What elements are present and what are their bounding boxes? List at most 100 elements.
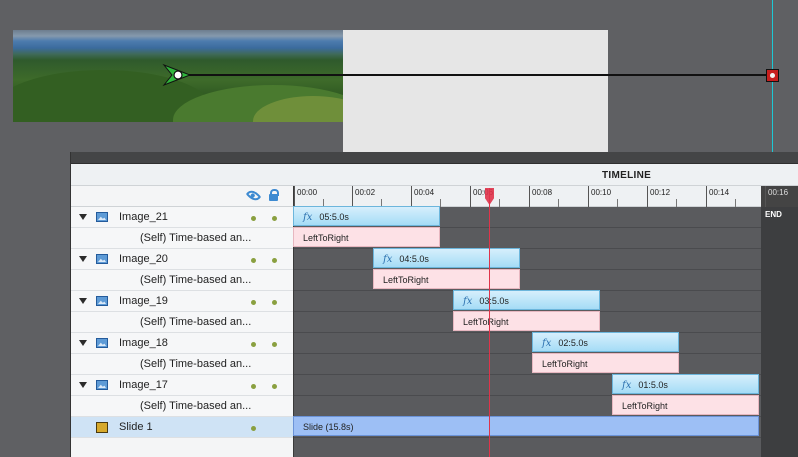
- fx-icon: fx: [542, 338, 552, 349]
- effect-row[interactable]: (Self) Time-based an...: [71, 396, 293, 417]
- motion-end-handle[interactable]: [766, 69, 779, 82]
- ruler-minor-tick: [499, 199, 500, 207]
- panel-drag-bar[interactable]: [71, 152, 798, 164]
- ruler-tick: [411, 186, 412, 207]
- ruler-minor-tick: [735, 199, 736, 207]
- image-icon: [96, 380, 108, 390]
- effect-bar-label: LeftToRight: [303, 233, 349, 243]
- element-name: Image_21: [119, 211, 168, 223]
- effect-bar-image-18[interactable]: LeftToRight: [532, 353, 679, 373]
- timeline-title: TIMELINE: [602, 170, 652, 181]
- ruler-label: 00:10: [591, 188, 612, 197]
- animation-duration-label: 05:5.0s: [319, 212, 349, 222]
- ruler-label: 00:00: [297, 188, 318, 197]
- effect-bar-image-21[interactable]: LeftToRight: [293, 227, 440, 247]
- timeline-header: TIMELINE: [71, 164, 798, 186]
- slide-name: Slide 1: [119, 421, 153, 433]
- element-name: Image_18: [119, 337, 168, 349]
- ruler-minor-tick: [676, 199, 677, 207]
- visibility-toggle[interactable]: [251, 216, 256, 221]
- animation-duration-label: 02:5.0s: [558, 338, 588, 348]
- visibility-toggle[interactable]: [251, 300, 256, 305]
- animation-bar-image-20[interactable]: fx 04:5.0s: [373, 248, 520, 268]
- lock-toggle[interactable]: [272, 342, 277, 347]
- expand-triangle-icon[interactable]: [79, 382, 87, 388]
- end-ruler: 00:16: [761, 186, 798, 207]
- effect-bar-label: LeftToRight: [383, 275, 429, 285]
- element-row-image-20[interactable]: Image_20: [71, 249, 293, 270]
- fx-icon: fx: [383, 254, 393, 265]
- ruler-tick: [647, 186, 648, 207]
- slide-row[interactable]: Slide 1: [71, 417, 293, 438]
- visibility-toggle[interactable]: [251, 342, 256, 347]
- effect-row[interactable]: (Self) Time-based an...: [71, 312, 293, 333]
- lock-toggle[interactable]: [272, 384, 277, 389]
- lock-icon[interactable]: [269, 189, 279, 201]
- ruler-tick: [588, 186, 589, 207]
- ruler-label: 00:02: [355, 188, 376, 197]
- element-row-image-19[interactable]: Image_19: [71, 291, 293, 312]
- ruler-label: 00:16: [768, 188, 789, 197]
- time-ruler[interactable]: 00:00 00:02 00:04 00:06 00:08 00:10 00:1…: [294, 186, 798, 207]
- motion-path: [162, 63, 766, 87]
- ruler-tick: [529, 186, 530, 207]
- animation-bar-image-17[interactable]: fx 01:5.0s: [612, 374, 759, 394]
- ruler-tick: [294, 186, 295, 207]
- effect-bar-image-20[interactable]: LeftToRight: [373, 269, 520, 289]
- element-list-header: [71, 186, 293, 207]
- ruler-minor-tick: [440, 199, 441, 207]
- expand-triangle-icon[interactable]: [79, 256, 87, 262]
- ruler-minor-tick: [558, 199, 559, 207]
- effect-bar-image-19[interactable]: LeftToRight: [453, 311, 600, 331]
- effect-name: (Self) Time-based an...: [140, 232, 252, 244]
- track-row[interactable]: [294, 270, 761, 291]
- visibility-eye-icon[interactable]: [245, 187, 262, 204]
- slide-duration-bar[interactable]: Slide (15.8s): [293, 416, 759, 436]
- ruler-label: 00:04: [414, 188, 435, 197]
- lock-toggle[interactable]: [272, 300, 277, 305]
- playhead-line[interactable]: [489, 188, 490, 457]
- track-row[interactable]: [294, 333, 761, 354]
- end-label: END: [765, 210, 782, 219]
- animation-duration-label: 04:5.0s: [399, 254, 429, 264]
- fx-icon: fx: [622, 380, 632, 391]
- image-icon: [96, 296, 108, 306]
- expand-triangle-icon[interactable]: [79, 298, 87, 304]
- animation-bar-image-18[interactable]: fx 02:5.0s: [532, 332, 679, 352]
- image-icon: [96, 254, 108, 264]
- element-row-image-21[interactable]: Image_21: [71, 207, 293, 228]
- visibility-toggle[interactable]: [251, 384, 256, 389]
- element-row-image-17[interactable]: Image_17: [71, 375, 293, 396]
- element-name: Image_17: [119, 379, 168, 391]
- animation-bar-image-19[interactable]: fx 03:5.0s: [453, 290, 600, 310]
- effect-bar-image-17[interactable]: LeftToRight: [612, 395, 759, 415]
- image-icon: [96, 212, 108, 222]
- fx-icon: fx: [303, 212, 313, 223]
- effect-row[interactable]: (Self) Time-based an...: [71, 228, 293, 249]
- fx-icon: fx: [463, 296, 473, 307]
- visibility-toggle[interactable]: [251, 426, 256, 431]
- animation-bar-image-21[interactable]: fx 05:5.0s: [293, 206, 440, 226]
- ruler-label: 00:08: [532, 188, 553, 197]
- ruler-tick: [765, 186, 766, 207]
- visibility-toggle[interactable]: [251, 258, 256, 263]
- ruler-tick: [706, 186, 707, 207]
- ruler-label: 00:14: [709, 188, 730, 197]
- effect-row[interactable]: (Self) Time-based an...: [71, 270, 293, 291]
- effect-row[interactable]: (Self) Time-based an...: [71, 354, 293, 375]
- lock-toggle[interactable]: [272, 216, 277, 221]
- track-row[interactable]: [294, 249, 761, 270]
- slide-bar-label: Slide (15.8s): [303, 422, 354, 432]
- ruler-minor-tick: [617, 199, 618, 207]
- lock-toggle[interactable]: [272, 258, 277, 263]
- ruler-tick: [352, 186, 353, 207]
- effect-name: (Self) Time-based an...: [140, 358, 252, 370]
- expand-triangle-icon[interactable]: [79, 340, 87, 346]
- effect-name: (Self) Time-based an...: [140, 274, 252, 286]
- expand-triangle-icon[interactable]: [79, 214, 87, 220]
- ruler-tick: [470, 186, 471, 207]
- track-row[interactable]: [294, 354, 761, 375]
- effect-name: (Self) Time-based an...: [140, 400, 252, 412]
- element-row-image-18[interactable]: Image_18: [71, 333, 293, 354]
- motion-start-point: [173, 70, 183, 80]
